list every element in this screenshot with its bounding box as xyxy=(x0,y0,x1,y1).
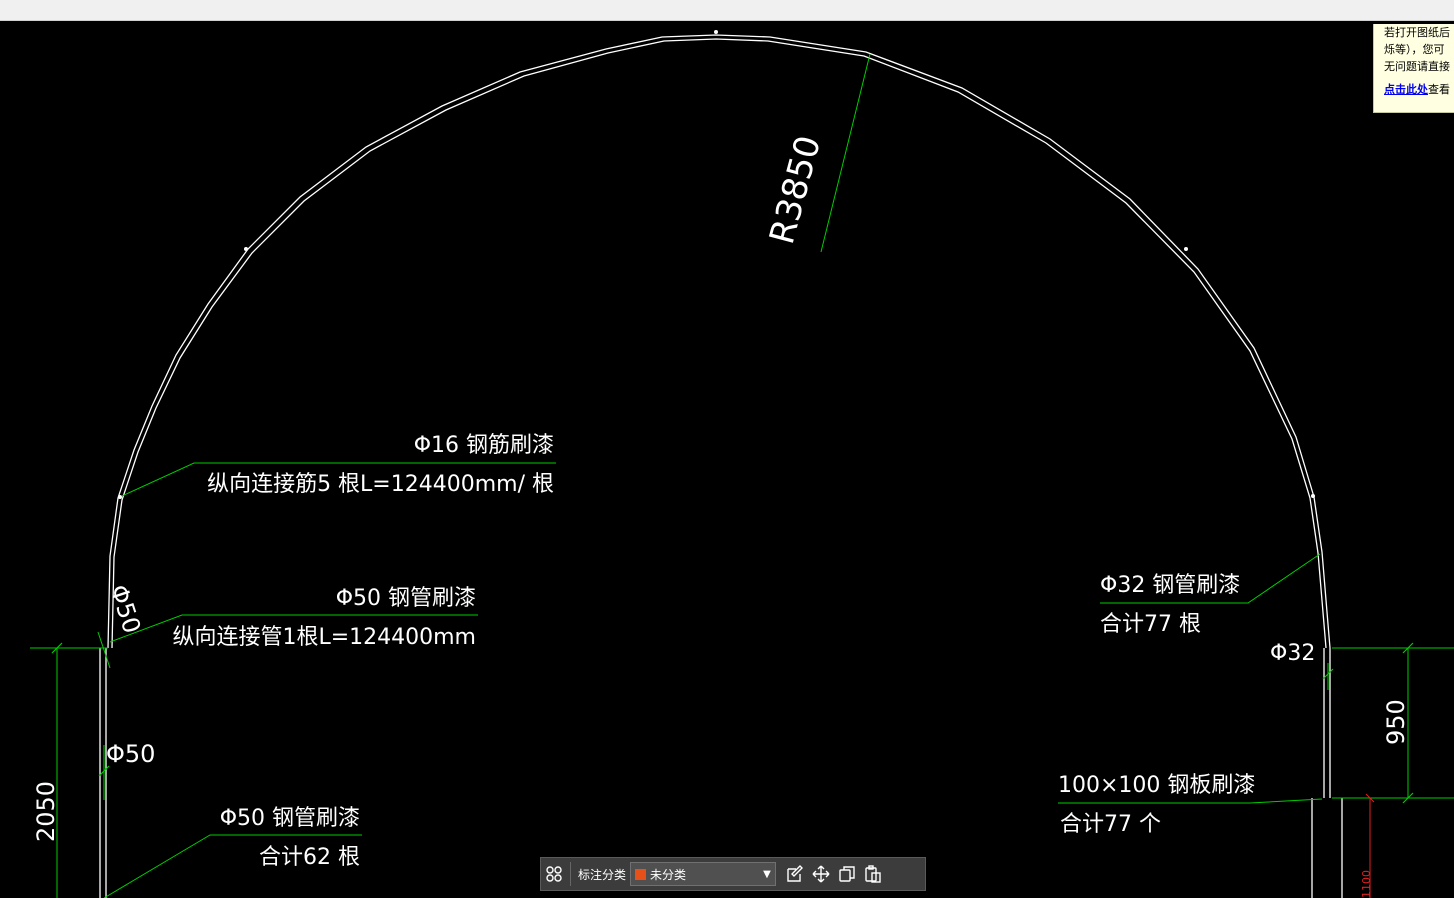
cad-drawing: R3850 Φ16 钢筋刷漆 纵向连接筋5 根L=124400mm/ 根 Φ50… xyxy=(30,30,1454,898)
arch-outline xyxy=(99,34,1343,898)
click-here-link[interactable]: 点击此处 xyxy=(1384,83,1428,96)
hint-line-3: 无问题请直接 xyxy=(1384,60,1450,73)
arch-nodes xyxy=(118,30,1315,499)
arch-outer-line xyxy=(107,34,1331,649)
chevron-down-icon: ▼ xyxy=(763,868,771,880)
pipe50-rotated-label: Φ50 xyxy=(104,581,146,637)
pipe32-dim-label: Φ32 xyxy=(1270,641,1315,666)
category-label: 标注分类 xyxy=(578,867,627,882)
node-left xyxy=(244,247,248,251)
hint-line-2: 烁等），您可 xyxy=(1384,43,1445,56)
hint-line-1: 若打开图纸后 xyxy=(1384,26,1450,39)
hint-popup: 若打开图纸后 烁等），您可 无问题请直接 点击此处查看 xyxy=(1373,24,1454,113)
pipe32-total: 合计77 根 xyxy=(1100,612,1201,637)
grid-icon[interactable] xyxy=(541,861,567,887)
pipe50b-title: Φ50 钢管刷漆 xyxy=(220,806,360,831)
arch-inner-line xyxy=(111,38,1327,649)
plate-leader xyxy=(1058,798,1323,804)
hint-link-suffix: 查看 xyxy=(1428,83,1450,96)
bar16-title: Φ16 钢筋刷漆 xyxy=(414,433,554,458)
plate-title: 100×100 钢板刷漆 xyxy=(1058,773,1255,798)
copy-icon[interactable] xyxy=(834,861,860,887)
node-left-low xyxy=(118,495,122,499)
drawing-labels: R3850 Φ16 钢筋刷漆 纵向连接筋5 根L=124400mm/ 根 Φ50… xyxy=(32,132,1410,898)
node-right xyxy=(1184,247,1188,251)
top-bar xyxy=(0,0,1454,21)
annotation-toolbar: 标注分类 未分类 ▼ xyxy=(540,857,926,891)
pipe50-detail: 纵向连接管1根L=124400mm xyxy=(172,625,476,650)
drawing-canvas[interactable]: R3850 Φ16 钢筋刷漆 纵向连接筋5 根L=124400mm/ 根 Φ50… xyxy=(0,21,1454,898)
move-icon[interactable] xyxy=(808,861,834,887)
pipe50b-total: 合计62 根 xyxy=(259,845,360,870)
category-value: 未分类 xyxy=(650,867,687,882)
plate-total: 合计77 个 xyxy=(1060,812,1161,837)
category-select[interactable]: 未分类 ▼ xyxy=(630,862,777,886)
pipe50-title: Φ50 钢管刷漆 xyxy=(336,586,476,611)
paste-icon[interactable] xyxy=(860,861,886,887)
dim-2050-label: 2050 xyxy=(32,781,60,842)
radius-label: R3850 xyxy=(762,132,829,249)
node-right-low xyxy=(1311,494,1315,498)
bar16-detail: 纵向连接筋5 根L=124400mm/ 根 xyxy=(207,472,554,497)
pipe50-small-label: Φ50 xyxy=(106,740,155,768)
node-top xyxy=(714,30,718,34)
pipe32-title: Φ32 钢管刷漆 xyxy=(1100,573,1240,598)
toolbar-separator xyxy=(570,862,571,886)
edit-icon[interactable] xyxy=(782,861,808,887)
dim-950-label: 950 xyxy=(1382,699,1410,745)
radius-leader xyxy=(820,53,871,253)
hint-link-row: 点击此处查看 xyxy=(1374,81,1454,98)
category-color-swatch xyxy=(635,868,647,880)
dim-1100-label: 1100 xyxy=(1360,870,1373,898)
